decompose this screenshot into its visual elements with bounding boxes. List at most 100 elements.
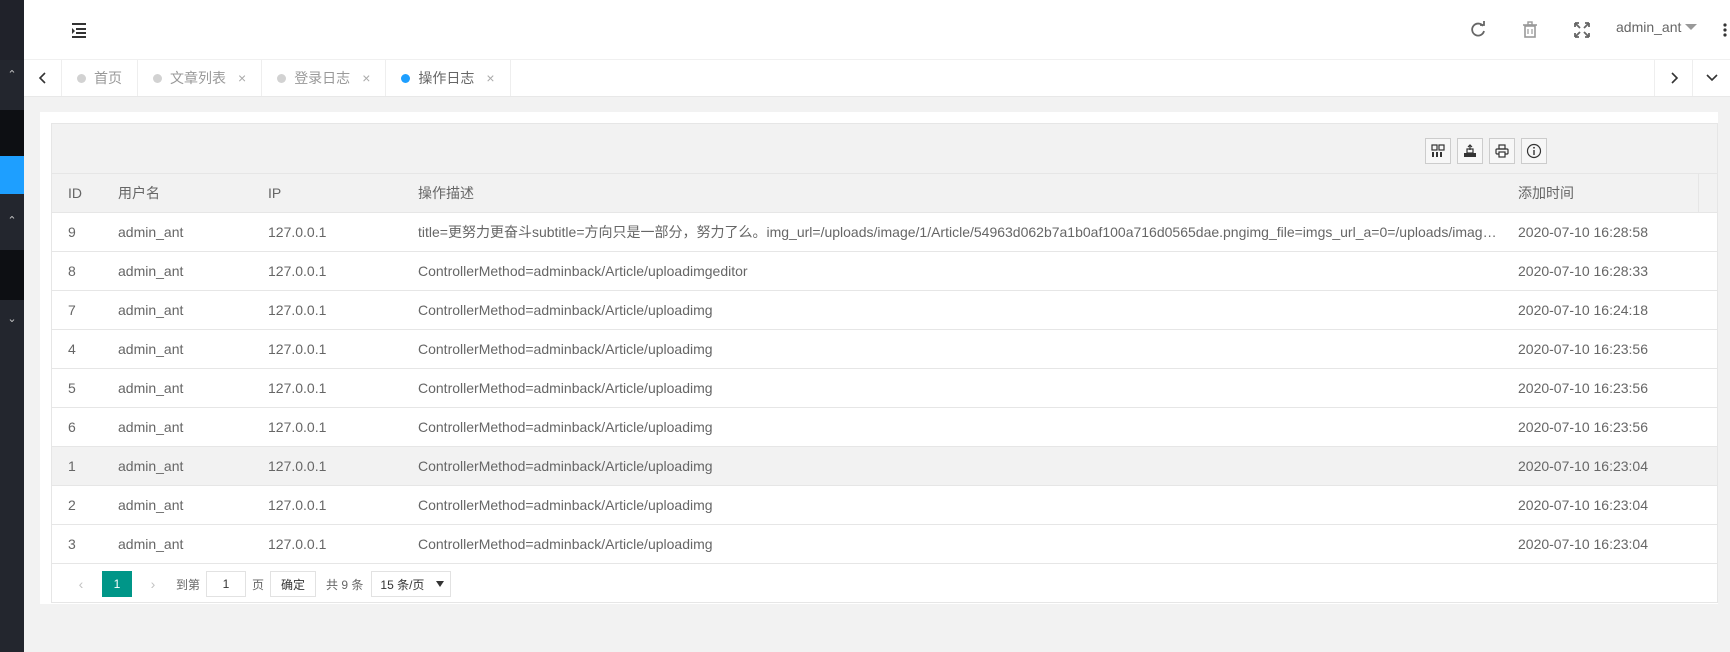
chevron-up-icon[interactable]: ⌃: [0, 214, 24, 227]
info-button[interactable]: [1521, 138, 1547, 164]
cell-ip: 127.0.0.1: [268, 380, 327, 396]
column-header-username[interactable]: 用户名: [118, 174, 258, 212]
cell-ip: 127.0.0.1: [268, 536, 327, 552]
cell-time: 2020-07-10 16:23:04: [1518, 536, 1648, 552]
export-icon: [1464, 144, 1476, 157]
cell-ip: 127.0.0.1: [268, 263, 327, 279]
chevron-right-icon: [1670, 72, 1678, 84]
tab-close-icon[interactable]: ×: [238, 70, 246, 86]
chevron-down-icon: [1705, 74, 1718, 82]
cell-description: ControllerMethod=adminback/Article/uploa…: [418, 302, 713, 318]
sidebar-item-active[interactable]: [0, 156, 24, 194]
table-row[interactable]: 3 admin_ant 127.0.0.1 ControllerMethod=admi…: [52, 525, 1717, 564]
tab-list: 首页 文章列表 × 登录日志 × 操作日志 ×: [62, 60, 511, 96]
export-button[interactable]: [1457, 138, 1483, 164]
tab-label: 首页: [94, 70, 122, 86]
tab-close-icon[interactable]: ×: [486, 70, 494, 86]
cell-time: 2020-07-10 16:24:18: [1518, 302, 1648, 318]
tab-item[interactable]: 登录日志 ×: [262, 60, 387, 96]
user-name: admin_ant: [1616, 19, 1682, 35]
goto-page-input[interactable]: [206, 571, 247, 597]
table-row[interactable]: 1 admin_ant 127.0.0.1 ControllerMethod=admi…: [52, 447, 1717, 486]
tab-label: 登录日志: [294, 70, 351, 86]
prev-page-icon[interactable]: ‹: [64, 576, 98, 592]
cell-description: ControllerMethod=adminback/Article/uploa…: [418, 341, 713, 357]
cell-time: 2020-07-10 16:23:04: [1518, 497, 1648, 513]
tab-close-icon[interactable]: ×: [362, 70, 370, 86]
table-header-row: ID 用户名 IP 操作描述 添加时间: [52, 174, 1717, 213]
page-size-select[interactable]: 15 条/页: [371, 571, 452, 597]
table-row[interactable]: 5 admin_ant 127.0.0.1 ControllerMethod=admi…: [52, 369, 1717, 408]
table-body: 9 admin_ant 127.0.0.1 title=更努力更奋斗subtitle=…: [52, 213, 1717, 564]
current-page-button[interactable]: 1: [102, 571, 132, 597]
tab-status-dot-icon: [277, 73, 287, 83]
page-unit-label: 页: [252, 577, 265, 592]
chevron-down-icon[interactable]: ⌄: [0, 312, 24, 325]
table-row[interactable]: 4 admin_ant 127.0.0.1 ControllerMethod=admi…: [52, 330, 1717, 369]
cell-description: ControllerMethod=adminback/Article/uploa…: [418, 458, 713, 474]
column-header-time[interactable]: 添加时间: [1518, 174, 1688, 212]
caret-down-icon: [1685, 24, 1698, 30]
trash-icon[interactable]: [1518, 18, 1542, 42]
header-scroll-gutter: [1698, 174, 1717, 212]
cell-time: 2020-07-10 16:23:56: [1518, 380, 1648, 396]
cell-id: 9: [68, 224, 76, 240]
table-row[interactable]: 9 admin_ant 127.0.0.1 title=更努力更奋斗subtitle=…: [52, 213, 1717, 252]
cell-time: 2020-07-10 16:23:56: [1518, 341, 1648, 357]
chevron-up-icon[interactable]: ⌃: [0, 68, 24, 81]
cell-description: ControllerMethod=adminback/Article/uploa…: [418, 419, 713, 435]
sidebar-logo-area: [0, 0, 24, 60]
print-button[interactable]: [1489, 138, 1515, 164]
cell-username: admin_ant: [118, 497, 184, 513]
cell-id: 4: [68, 341, 76, 357]
table-row[interactable]: 7 admin_ant 127.0.0.1 ControllerMethod=admi…: [52, 291, 1717, 330]
sidebar-item[interactable]: [0, 250, 24, 300]
cell-description: ControllerMethod=adminback/Article/uploa…: [418, 380, 713, 396]
tab-item[interactable]: 首页: [62, 60, 138, 96]
caret-down-icon: [436, 581, 445, 587]
tab-menu-button[interactable]: [1692, 60, 1730, 96]
cell-username: admin_ant: [118, 263, 184, 279]
column-header-description[interactable]: 操作描述: [418, 174, 1504, 212]
cell-ip: 127.0.0.1: [268, 302, 327, 318]
tab-scroll-left-button[interactable]: [24, 60, 62, 96]
tab-label: 文章列表: [170, 70, 226, 86]
table-row[interactable]: 6 admin_ant 127.0.0.1 ControllerMethod=admi…: [52, 408, 1717, 447]
tab-item[interactable]: 文章列表 ×: [138, 60, 263, 96]
more-vertical-icon[interactable]: [1720, 20, 1730, 40]
tab-scroll-right-button[interactable]: [1654, 60, 1692, 96]
cell-username: admin_ant: [118, 458, 184, 474]
tab-item[interactable]: 操作日志 ×: [386, 60, 511, 96]
cell-id: 5: [68, 380, 76, 396]
column-header-id[interactable]: ID: [68, 174, 108, 212]
cell-username: admin_ant: [118, 419, 184, 435]
cell-ip: 127.0.0.1: [268, 224, 327, 240]
pagination: ‹ 1 › 到第 页 确定 共 9 条 15 条/页: [52, 564, 1717, 604]
user-menu[interactable]: admin_ant: [1616, 19, 1698, 35]
info-icon: [1526, 143, 1542, 159]
cell-ip: 127.0.0.1: [268, 341, 327, 357]
sidebar: ⌃ ⌃ ⌄: [0, 0, 24, 652]
refresh-icon[interactable]: [1466, 18, 1490, 42]
goto-confirm-button[interactable]: 确定: [270, 571, 317, 597]
page-size-value: 15 条/页: [380, 577, 425, 592]
cell-ip: 127.0.0.1: [268, 497, 327, 513]
next-page-icon[interactable]: ›: [136, 576, 170, 592]
menu-toggle-icon[interactable]: [68, 20, 90, 40]
sidebar-item[interactable]: [0, 110, 24, 156]
tab-status-dot-icon: [77, 73, 86, 83]
columns-filter-button[interactable]: [1425, 138, 1451, 164]
cell-id: 1: [68, 458, 76, 474]
content-card: ID 用户名 IP 操作描述 添加时间 9 admin_ant 127.0.0.1 t…: [40, 112, 1718, 604]
table-toolbar: [52, 124, 1717, 174]
cell-id: 6: [68, 419, 76, 435]
goto-label: 到第: [176, 577, 201, 592]
cell-description: ControllerMethod=adminback/Article/uploa…: [418, 497, 713, 513]
top-header: admin_ant: [24, 0, 1730, 60]
column-header-ip[interactable]: IP: [268, 174, 408, 212]
table-row[interactable]: 8 admin_ant 127.0.0.1 ControllerMethod=admi…: [52, 252, 1717, 291]
table-grid: ID 用户名 IP 操作描述 添加时间 9 admin_ant 127.0.0.1 t…: [52, 174, 1717, 564]
fullscreen-icon[interactable]: [1570, 18, 1594, 42]
table-row[interactable]: 2 admin_ant 127.0.0.1 ControllerMethod=admi…: [52, 486, 1717, 525]
cell-username: admin_ant: [118, 302, 184, 318]
